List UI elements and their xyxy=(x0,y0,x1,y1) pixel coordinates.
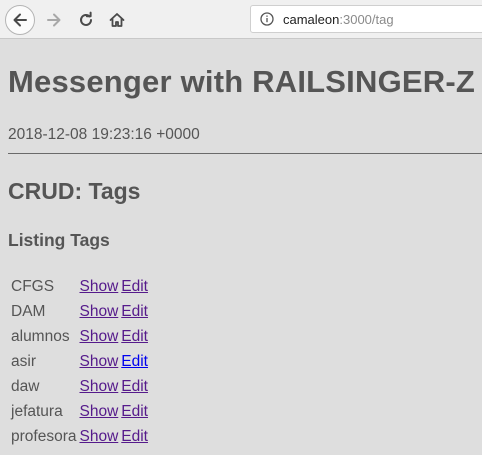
section-title: CRUD: Tags xyxy=(8,178,141,204)
table-row: DAM Show Edit xyxy=(11,301,148,322)
show-link[interactable]: Show xyxy=(79,428,118,445)
url-host: camaleon xyxy=(283,11,340,27)
edit-link[interactable]: Edit xyxy=(121,278,148,295)
tag-name: CFGS xyxy=(11,277,55,295)
edit-link[interactable]: Edit xyxy=(121,428,148,445)
tag-name: profesora xyxy=(11,427,77,445)
edit-link[interactable]: Edit xyxy=(121,328,148,345)
browser-toolbar: camaleon:3000/tag xyxy=(0,0,482,39)
page-content: Messenger with RAILSINGER-Z 2018-12-08 1… xyxy=(0,39,482,455)
tags-table: CFGS Show Edit DAM Show Edit alumnos Sho… xyxy=(8,272,151,451)
timestamp: 2018-12-08 19:23:16 +0000 xyxy=(8,126,200,143)
table-row: CFGS Show Edit xyxy=(11,276,148,297)
show-link[interactable]: Show xyxy=(79,403,118,420)
show-link[interactable]: Show xyxy=(79,328,118,345)
back-button[interactable] xyxy=(5,5,35,35)
reload-button[interactable] xyxy=(71,5,101,35)
show-link[interactable]: Show xyxy=(79,303,118,320)
show-link[interactable]: Show xyxy=(79,378,118,395)
tag-name: alumnos xyxy=(11,327,70,345)
home-icon xyxy=(109,13,125,27)
forward-button[interactable] xyxy=(39,5,69,35)
edit-link[interactable]: Edit xyxy=(121,403,148,420)
tag-name: daw xyxy=(11,377,40,395)
tag-name: jefatura xyxy=(11,402,63,420)
tag-name: DAM xyxy=(11,302,46,320)
edit-link[interactable]: Edit xyxy=(121,378,148,395)
horizontal-rule xyxy=(8,153,482,154)
url-path: :3000/tag xyxy=(339,11,394,27)
info-icon[interactable] xyxy=(260,12,274,26)
table-row: daw Show Edit xyxy=(11,376,148,397)
edit-link[interactable]: Edit xyxy=(121,303,148,320)
table-row: asir Show Edit xyxy=(11,351,148,372)
reload-icon xyxy=(80,11,92,26)
address-bar[interactable]: camaleon:3000/tag xyxy=(250,5,482,33)
arrow-left-icon xyxy=(13,13,27,27)
home-button[interactable] xyxy=(102,5,132,35)
table-row: profesora Show Edit xyxy=(11,426,148,447)
tag-name: asir xyxy=(11,352,36,370)
show-link[interactable]: Show xyxy=(79,353,118,370)
listing-title: Listing Tags xyxy=(8,230,110,250)
show-link[interactable]: Show xyxy=(79,278,118,295)
edit-link[interactable]: Edit xyxy=(121,353,148,370)
table-row: alumnos Show Edit xyxy=(11,326,148,347)
table-row: jefatura Show Edit xyxy=(11,401,148,422)
page-title: Messenger with RAILSINGER-Z xyxy=(8,64,476,99)
arrow-right-icon xyxy=(47,13,61,27)
